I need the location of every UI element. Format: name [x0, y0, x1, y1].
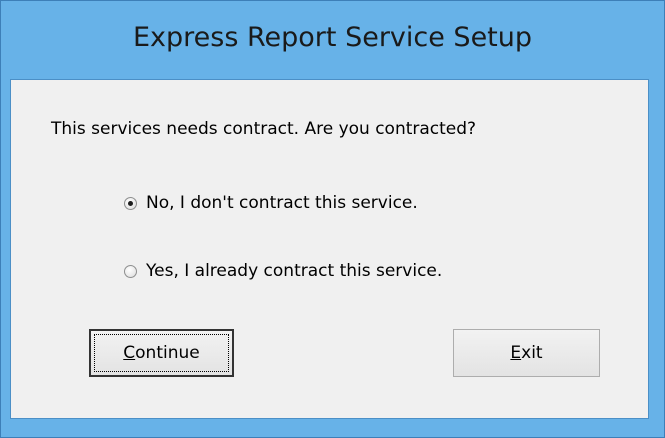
window-title: Express Report Service Setup: [132, 21, 533, 53]
exit-button-label: Exit: [510, 343, 542, 363]
continue-label-rest: ontinue: [135, 343, 200, 363]
radio-button-already-contracted[interactable]: [124, 264, 137, 278]
radio-label-no-contract[interactable]: No, I don't contract this service.: [146, 193, 418, 213]
radio-label-already-contracted[interactable]: Yes, I already contract this service.: [146, 261, 442, 281]
radio-button-no-contract[interactable]: [124, 196, 137, 210]
setup-dialog-window: Express Report Service Setup This servic…: [0, 0, 665, 438]
contract-question: This services needs contract. Are you co…: [51, 119, 477, 139]
title-bar[interactable]: Express Report Service Setup: [1, 1, 664, 79]
continue-mnemonic: C: [123, 343, 136, 363]
continue-button[interactable]: Continue: [89, 329, 234, 377]
continue-button-label: Continue: [123, 343, 199, 363]
exit-label-rest: xit: [521, 343, 543, 363]
exit-button[interactable]: Exit: [453, 329, 600, 377]
radio-option-no-contract[interactable]: No, I don't contract this service.: [124, 193, 418, 213]
exit-mnemonic: E: [510, 343, 522, 363]
radio-option-already-contracted[interactable]: Yes, I already contract this service.: [124, 261, 442, 281]
dialog-client-area: This services needs contract. Are you co…: [10, 79, 649, 419]
